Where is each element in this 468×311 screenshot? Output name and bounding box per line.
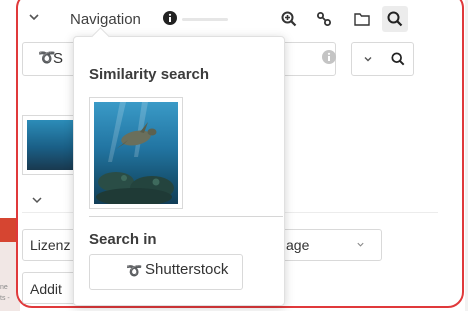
zoom-in-icon: [281, 11, 297, 27]
link-icon: [317, 12, 331, 26]
provider-dropdown-button[interactable]: [351, 42, 384, 76]
search-provider-label: S: [53, 50, 64, 67]
shutterstock-button-label: Shutterstock: [145, 261, 229, 278]
navigation-slider[interactable]: [182, 18, 228, 21]
background-text-line: ts -: [0, 295, 10, 302]
search-in-heading: Search in: [89, 231, 157, 248]
link-button[interactable]: [311, 6, 337, 32]
chevron-down-icon[interactable]: [30, 193, 44, 207]
license-select-label: Lizenz: [30, 237, 71, 253]
popover-divider: [89, 216, 283, 217]
chevron-down-icon: [364, 57, 371, 62]
image-select-label: age: [286, 237, 310, 253]
sea-turtle-illustration: [96, 102, 174, 204]
zoom-in-button[interactable]: [276, 6, 302, 32]
info-icon[interactable]: [163, 11, 177, 25]
search-icon: [390, 52, 404, 66]
info-icon[interactable]: [322, 50, 336, 64]
popover-title: Similarity search: [89, 66, 210, 83]
search-icon: [387, 11, 403, 27]
shutterstock-logo-icon: ➰: [126, 263, 143, 278]
folder-button[interactable]: [349, 6, 375, 32]
chevron-down-icon: [357, 242, 364, 247]
background-text-line: ne: [0, 284, 8, 291]
turtle-image: [94, 102, 178, 204]
search-button[interactable]: [382, 6, 408, 32]
similarity-source-thumbnail: [89, 97, 183, 209]
navigation-label: Navigation: [70, 11, 141, 28]
search-submit-button[interactable]: [382, 42, 414, 76]
chevron-down-icon[interactable]: [26, 9, 42, 25]
additional-field-label: Addit: [30, 281, 62, 297]
folder-icon: [354, 13, 370, 26]
